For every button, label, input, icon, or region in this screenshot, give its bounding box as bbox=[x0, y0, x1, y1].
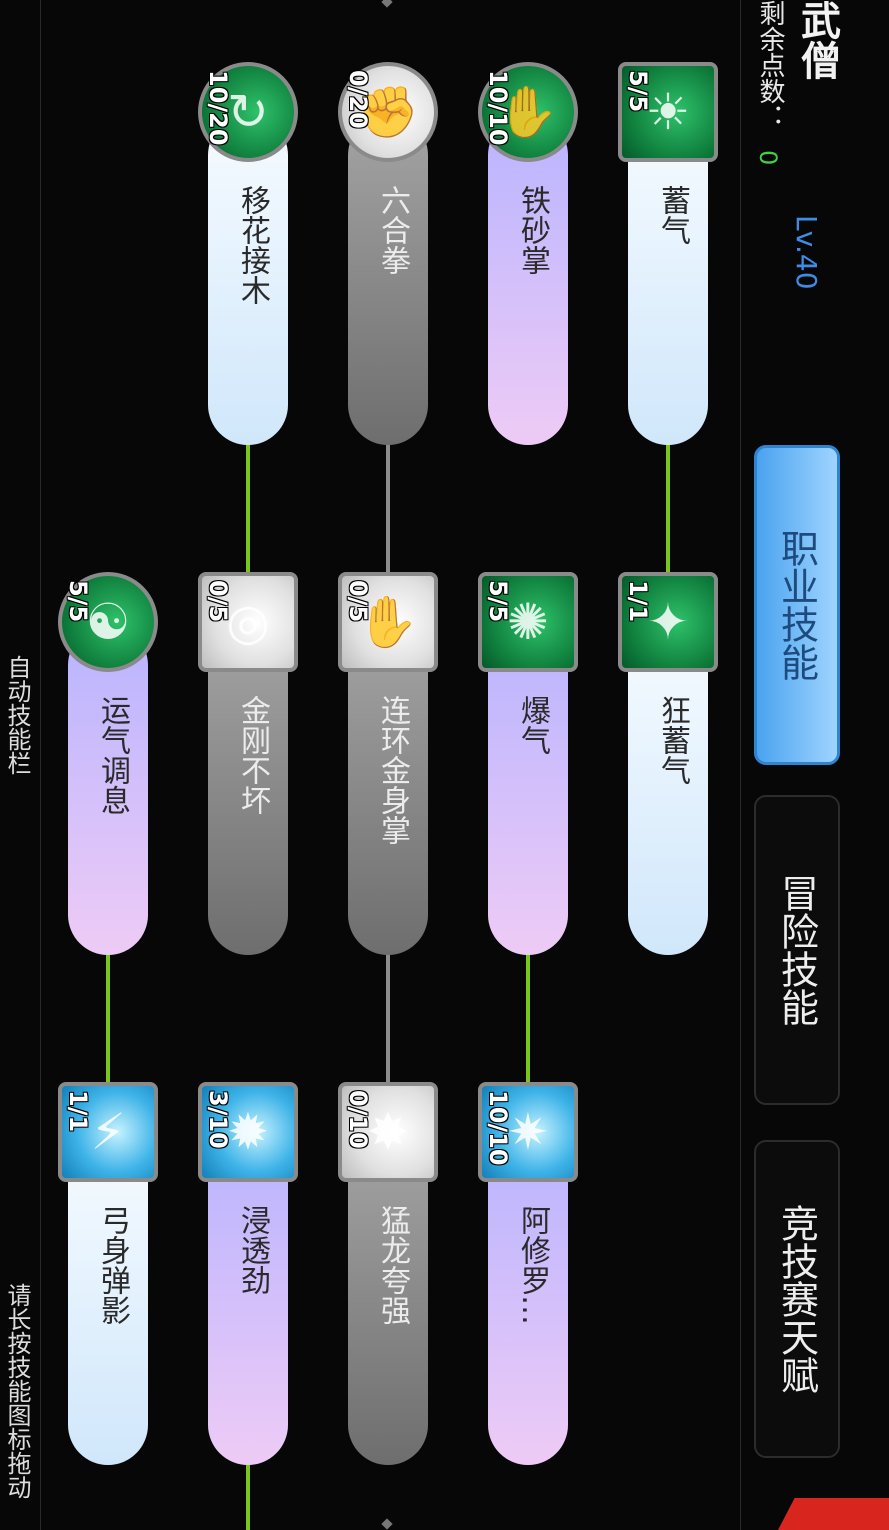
class-title: 武僧 bbox=[794, 0, 840, 80]
icon-glyph: ✸ bbox=[367, 1103, 409, 1161]
skill-level: 0/20 bbox=[344, 70, 372, 129]
skill-name: 弓身弹影 bbox=[95, 1205, 130, 1325]
skill-name: 六合拳 bbox=[375, 185, 410, 275]
icon-glyph: ◎ bbox=[226, 593, 270, 651]
dragon-icon[interactable]: ✸ 0/10 bbox=[338, 1082, 438, 1182]
skill-level: 5/5 bbox=[64, 580, 92, 623]
skill-level: 1/1 bbox=[624, 580, 652, 623]
skill-level: 1/1 bbox=[64, 1090, 92, 1133]
asura-icon[interactable]: ✷ 10/10 bbox=[478, 1082, 578, 1182]
skill-bar[interactable]: 铁砂掌 bbox=[488, 115, 568, 445]
character-level: Lv.40 bbox=[790, 215, 823, 290]
skill-level: 0/10 bbox=[344, 1090, 372, 1149]
skill-bar[interactable]: 猛龙夸强 bbox=[348, 1135, 428, 1465]
diamond-body-icon[interactable]: ◎ 0/5 bbox=[198, 572, 298, 672]
skill-bar[interactable]: 蓄气 bbox=[628, 115, 708, 445]
skill-bar[interactable]: 弓身弹影 bbox=[68, 1135, 148, 1465]
auto-skill-bar-label[interactable]: 自动技能栏 bbox=[0, 655, 35, 775]
swirl-counter-icon[interactable]: ↻ 10/20 bbox=[198, 62, 298, 162]
sparkle-aura-icon[interactable]: ✦ 1/1 bbox=[618, 572, 718, 672]
tab-label: 冒险技能 bbox=[774, 874, 819, 1026]
ornament-top bbox=[381, 0, 393, 8]
skill-name: 移花接木 bbox=[235, 185, 270, 305]
drag-hint: 请长按技能图标拖动 bbox=[3, 1283, 31, 1499]
palm-strike-icon[interactable]: ✋ 10/10 bbox=[478, 62, 578, 162]
tab-adventure-skills[interactable]: 冒险技能 bbox=[754, 795, 840, 1105]
tab-label: 职业技能 bbox=[774, 529, 819, 681]
tab-job-skills[interactable]: 职业技能 bbox=[754, 445, 840, 765]
icon-glyph: ↻ bbox=[227, 83, 269, 141]
skill-name: 浸透劲 bbox=[235, 1205, 270, 1295]
icon-glyph: ✷ bbox=[507, 1103, 549, 1161]
ornament-bottom bbox=[381, 1518, 393, 1530]
icon-glyph: ✹ bbox=[227, 1103, 269, 1161]
skill-bar[interactable]: 连环金身掌 bbox=[348, 625, 428, 955]
skill-name: 铁砂掌 bbox=[515, 185, 550, 275]
skill-level: 3/10 bbox=[204, 1090, 232, 1149]
icon-glyph: ☯ bbox=[85, 593, 131, 651]
icon-glyph: ☀ bbox=[645, 83, 691, 141]
connector bbox=[246, 1460, 250, 1530]
skill-name: 蓄气 bbox=[655, 185, 690, 245]
burst-aura-icon[interactable]: ✺ 5/5 bbox=[478, 572, 578, 672]
skill-level: 10/10 bbox=[484, 70, 512, 146]
icon-glyph: ⚡ bbox=[90, 1103, 126, 1161]
penetrate-icon[interactable]: ✹ 3/10 bbox=[198, 1082, 298, 1182]
skill-name: 猛龙夸强 bbox=[375, 1205, 410, 1325]
tab-label: 竞技赛天赋 bbox=[774, 1204, 819, 1394]
connector bbox=[666, 440, 670, 580]
skill-bar[interactable]: 金刚不坏 bbox=[208, 625, 288, 955]
skill-name: 阿修罗… bbox=[515, 1205, 550, 1325]
skill-level: 5/5 bbox=[484, 580, 512, 623]
remaining-points-label: 剩余点数： bbox=[755, 0, 785, 130]
skill-level: 10/20 bbox=[204, 70, 232, 146]
skill-level: 0/5 bbox=[344, 580, 372, 623]
skill-level: 10/10 bbox=[484, 1090, 512, 1166]
skill-bar[interactable]: 爆气 bbox=[488, 625, 568, 955]
connector bbox=[386, 440, 390, 580]
golden-palm-icon[interactable]: ✋ 0/5 bbox=[338, 572, 438, 672]
skill-bar[interactable]: 运气调息 bbox=[68, 625, 148, 955]
skill-bar[interactable]: 浸透劲 bbox=[208, 1135, 288, 1465]
skill-name: 金刚不坏 bbox=[235, 695, 270, 815]
connector bbox=[386, 950, 390, 1090]
connector bbox=[106, 950, 110, 1090]
frame-line-left bbox=[40, 0, 41, 1530]
frame-line-right bbox=[740, 0, 741, 1530]
connector bbox=[246, 440, 250, 580]
sun-fist-icon[interactable]: ☀ 5/5 bbox=[618, 62, 718, 162]
skill-name: 爆气 bbox=[515, 695, 550, 755]
skill-bar[interactable]: 六合拳 bbox=[348, 115, 428, 445]
icon-glyph: ✦ bbox=[647, 593, 689, 651]
skill-bar[interactable]: 阿修罗… bbox=[488, 1135, 568, 1465]
skill-level: 0/5 bbox=[204, 580, 232, 623]
skill-name: 连环金身掌 bbox=[375, 695, 410, 845]
skill-bar[interactable]: 移花接木 bbox=[208, 115, 288, 445]
fist-combo-icon[interactable]: ✊ 0/20 bbox=[338, 62, 438, 162]
skill-level: 5/5 bbox=[624, 70, 652, 113]
icon-glyph: ✺ bbox=[507, 593, 549, 651]
remaining-points-value: 0 bbox=[754, 150, 782, 166]
corner-badge[interactable] bbox=[778, 1498, 889, 1530]
skill-name: 运气调息 bbox=[95, 695, 130, 815]
skill-name: 狂蓄气 bbox=[655, 695, 690, 785]
connector bbox=[526, 950, 530, 1090]
dash-shadow-icon[interactable]: ⚡ 1/1 bbox=[58, 1082, 158, 1182]
meditate-icon[interactable]: ☯ 5/5 bbox=[58, 572, 158, 672]
skill-bar[interactable]: 狂蓄气 bbox=[628, 625, 708, 955]
tab-arena-talents[interactable]: 竞技赛天赋 bbox=[754, 1140, 840, 1458]
